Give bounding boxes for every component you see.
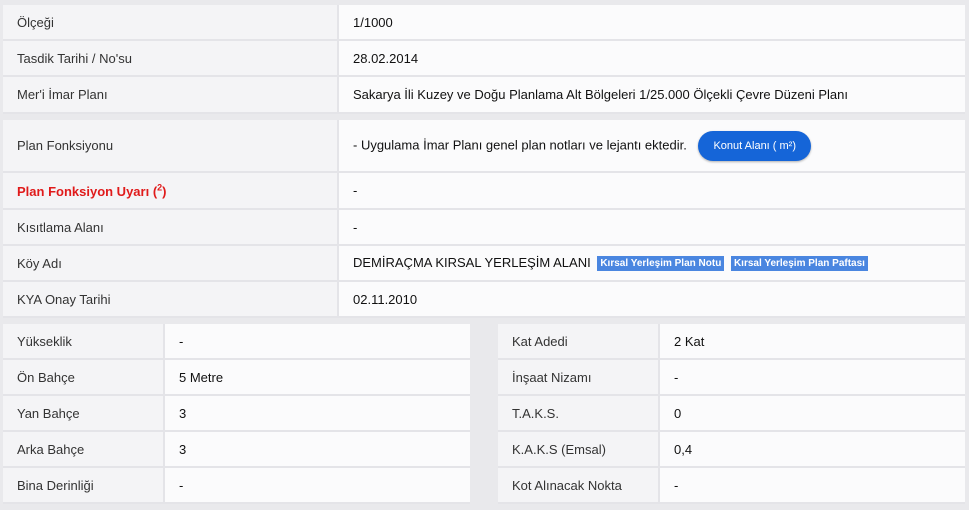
building-depth-value: - xyxy=(165,468,470,504)
side-yard-value: 3 xyxy=(165,396,470,432)
table-row: KYA Onay Tarihi 02.11.2010 xyxy=(3,282,965,318)
floor-count-value: 2 Kat xyxy=(660,324,965,360)
plan-function-warning-label: Plan Fonksiyon Uyarı (2) xyxy=(3,173,339,210)
rear-yard-value: 3 xyxy=(165,432,470,468)
plan-function-cell: - Uygulama İmar Planı genel plan notları… xyxy=(339,120,965,173)
zoning-plan-value: Sakarya İli Kuzey ve Doğu Planlama Alt B… xyxy=(339,77,965,114)
construction-order-label: İnşaat Nizamı xyxy=(498,360,660,396)
side-yard-label: Yan Bahçe xyxy=(3,396,165,432)
table-row: İnşaat Nizamı - xyxy=(498,360,965,396)
floor-count-label: Kat Adedi xyxy=(498,324,660,360)
scale-value: 1/1000 xyxy=(339,5,965,41)
table-row: Yan Bahçe 3 xyxy=(3,396,470,432)
plan-info-table: Ölçeği 1/1000 Tasdik Tarihi / No'su 28.0… xyxy=(3,5,965,318)
kaks-label: K.A.K.S (Emsal) xyxy=(498,432,660,468)
height-label: Yükseklik xyxy=(3,324,165,360)
restriction-area-value: - xyxy=(339,210,965,246)
rear-yard-label: Arka Bahçe xyxy=(3,432,165,468)
approval-date-label: Tasdik Tarihi / No'su xyxy=(3,41,339,77)
table-row: Bina Derinliği - xyxy=(3,468,470,504)
scale-label: Ölçeği xyxy=(3,5,339,41)
plan-info-panel: Ölçeği 1/1000 Tasdik Tarihi / No'su 28.0… xyxy=(3,5,965,318)
plan-function-warning-value: - xyxy=(339,173,965,210)
building-details: Yükseklik - Ön Bahçe 5 Metre Yan Bahçe 3… xyxy=(3,324,965,504)
table-row: Tasdik Tarihi / No'su 28.02.2014 xyxy=(3,41,965,77)
building-depth-label: Bina Derinliği xyxy=(3,468,165,504)
table-row: Mer'i İmar Planı Sakarya İli Kuzey ve Do… xyxy=(3,77,965,114)
taks-value: 0 xyxy=(660,396,965,432)
rural-plan-sheet-link[interactable]: Kırsal Yerleşim Plan Paftası xyxy=(730,256,868,272)
table-row: Köy Adı DEMİRAÇMA KIRSAL YERLEŞİM ALANI … xyxy=(3,246,965,282)
table-row: K.A.K.S (Emsal) 0,4 xyxy=(498,432,965,468)
restriction-area-label: Kısıtlama Alanı xyxy=(3,210,339,246)
table-row: Plan Fonksiyonu - Uygulama İmar Planı ge… xyxy=(3,120,965,173)
plan-function-value: - Uygulama İmar Planı genel plan notları… xyxy=(353,136,687,152)
village-name-label: Köy Adı xyxy=(3,246,339,282)
kaks-value: 0,4 xyxy=(660,432,965,468)
elevation-point-value: - xyxy=(660,468,965,504)
table-row: Kısıtlama Alanı - xyxy=(3,210,965,246)
plan-function-label: Plan Fonksiyonu xyxy=(3,120,339,173)
table-row: Ölçeği 1/1000 xyxy=(3,5,965,41)
height-value: - xyxy=(165,324,470,360)
residential-area-button[interactable]: Konut Alanı ( m²) xyxy=(698,130,812,161)
village-name-value: DEMİRAÇMA KIRSAL YERLEŞİM ALANI xyxy=(353,254,591,270)
construction-order-value: - xyxy=(660,360,965,396)
front-yard-label: Ön Bahçe xyxy=(3,360,165,396)
table-row: Yükseklik - xyxy=(3,324,470,360)
table-row: Ön Bahçe 5 Metre xyxy=(3,360,470,396)
kya-date-value: 02.11.2010 xyxy=(339,282,965,318)
village-name-cell: DEMİRAÇMA KIRSAL YERLEŞİM ALANI Kırsal Y… xyxy=(339,246,965,282)
building-details-right: Kat Adedi 2 Kat İnşaat Nizamı - T.A.K.S.… xyxy=(498,324,965,504)
kya-date-label: KYA Onay Tarihi xyxy=(3,282,339,318)
table-row: Arka Bahçe 3 xyxy=(3,432,470,468)
taks-label: T.A.K.S. xyxy=(498,396,660,432)
table-row: Plan Fonksiyon Uyarı (2) - xyxy=(3,173,965,210)
approval-date-value: 28.02.2014 xyxy=(339,41,965,77)
zoning-plan-label: Mer'i İmar Planı xyxy=(3,77,339,114)
front-yard-value: 5 Metre xyxy=(165,360,470,396)
elevation-point-label: Kot Alınacak Nokta xyxy=(498,468,660,504)
table-row: Kat Adedi 2 Kat xyxy=(498,324,965,360)
rural-plan-note-link[interactable]: Kırsal Yerleşim Plan Notu xyxy=(597,256,725,272)
building-details-left: Yükseklik - Ön Bahçe 5 Metre Yan Bahçe 3… xyxy=(3,324,470,504)
table-row: Kot Alınacak Nokta - xyxy=(498,468,965,504)
table-row: T.A.K.S. 0 xyxy=(498,396,965,432)
warning-text: Plan Fonksiyon Uyarı (2) xyxy=(17,182,167,199)
